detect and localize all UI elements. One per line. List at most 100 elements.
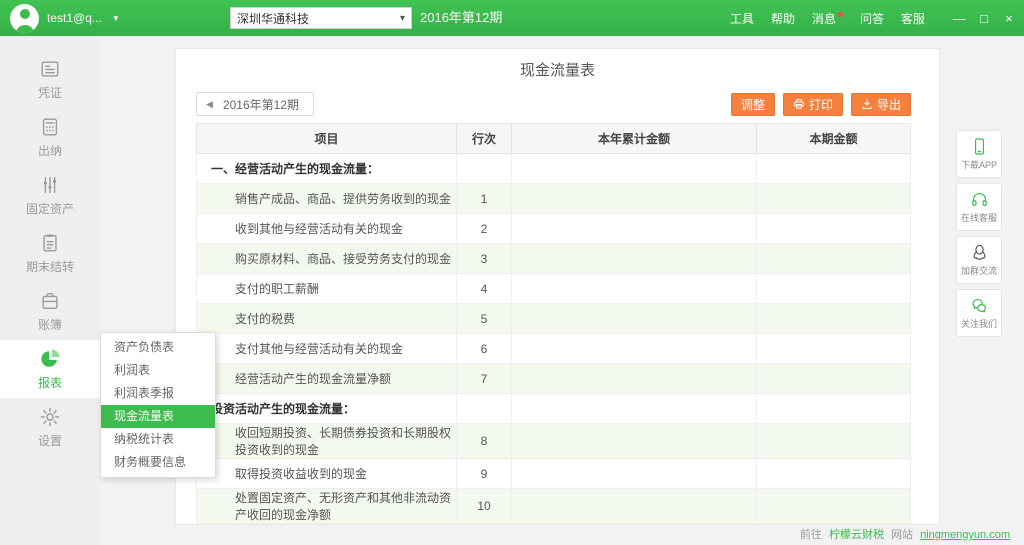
table-row[interactable]: 一、经营活动产生的现金流量： (197, 154, 911, 184)
notification-dot (838, 12, 843, 17)
submenu-item-income-statement[interactable]: 利润表 (101, 359, 215, 382)
cell-line-number: 1 (457, 184, 512, 214)
avatar-person-icon-body (15, 25, 34, 33)
sidebar-item-label: 账簿 (38, 316, 62, 333)
sidebar-item-ledger[interactable]: 账簿 (0, 282, 100, 340)
export-button-label: 导出 (877, 96, 901, 113)
cell-item: 短期投资、长期债券投资和长期股权投资支付的现金 (197, 524, 457, 525)
footer-link[interactable]: ningmengyun.com (920, 529, 1010, 541)
menu-item-help[interactable]: 帮助 (771, 10, 795, 27)
cell-line-number: 10 (457, 489, 512, 524)
table-row[interactable]: 收到其他与经营活动有关的现金2 (197, 214, 911, 244)
cell-ytd-amount (512, 274, 757, 304)
wechat-icon (970, 296, 989, 315)
footer: 前往 柠檬云财税 网站 ningmengyun.com (100, 525, 1024, 545)
window-close-button[interactable]: × (1002, 11, 1016, 26)
company-select[interactable]: 深圳华通科技 ▾ (230, 7, 412, 29)
adjust-button[interactable]: 调整 (731, 93, 775, 116)
report-table-wrap: 项目行次本年累计金额本期金额 一、经营活动产生的现金流量：销售产成品、商品、提供… (196, 123, 911, 524)
table-row[interactable]: 销售产成品、商品、提供劳务收到的现金1 (197, 184, 911, 214)
adjust-button-label: 调整 (741, 96, 765, 113)
cell-period-amount (757, 304, 911, 334)
cashier-icon (39, 116, 61, 138)
cell-ytd-amount (512, 459, 757, 489)
cell-ytd-amount (512, 524, 757, 525)
report-table-body: 一、经营活动产生的现金流量：销售产成品、商品、提供劳务收到的现金1收到其他与经营… (197, 154, 911, 525)
export-button[interactable]: 导出 (851, 93, 911, 116)
table-row[interactable]: 取得投资收益收到的现金9 (197, 459, 911, 489)
print-icon (793, 98, 805, 110)
print-button[interactable]: 打印 (783, 93, 843, 116)
avatar[interactable] (10, 4, 39, 33)
quickbar-follow-us[interactable]: 关注我们 (956, 289, 1002, 337)
column-header: 项目 (197, 124, 457, 154)
menu-item-qa[interactable]: 问答 (860, 10, 884, 27)
report-table-header-row: 项目行次本年累计金额本期金额 (197, 124, 911, 154)
table-row[interactable]: 支付其他与经营活动有关的现金6 (197, 334, 911, 364)
user-label: test1@q... (47, 11, 102, 25)
pie-chart-icon (39, 348, 61, 370)
column-header: 本年累计金额 (512, 124, 757, 154)
sidebar-item-period-closing[interactable]: 期末结转 (0, 224, 100, 282)
ledger-icon (39, 290, 61, 312)
closing-icon (39, 232, 61, 254)
chevron-down-icon: ▾ (400, 13, 405, 24)
sidebar-item-fixed-assets[interactable]: 固定资产 (0, 166, 100, 224)
table-row[interactable]: 经营活动产生的现金流量净额7 (197, 364, 911, 394)
toolbar-row: ◀ 2016年第12期 调整 打印 导出 (196, 91, 911, 117)
voucher-icon (39, 58, 61, 80)
sidebar-item-label: 出纳 (38, 142, 62, 159)
quickbar-download-app[interactable]: 下载APP (956, 130, 1002, 178)
table-row[interactable]: 投资活动产生的现金流量： (197, 394, 911, 424)
cell-ytd-amount (512, 489, 757, 524)
phone-icon (970, 137, 989, 156)
table-row[interactable]: 支付的税费5 (197, 304, 911, 334)
submenu-item-cash-flow-statement[interactable]: 现金流量表 (101, 405, 215, 428)
table-row[interactable]: 收回短期投资、长期债券投资和长期股权投资收到的现金8 (197, 424, 911, 459)
cell-line-number: 4 (457, 274, 512, 304)
submenu-item-tax-statistics[interactable]: 纳税统计表 (101, 428, 215, 451)
cell-period-amount (757, 274, 911, 304)
period-selector[interactable]: ◀ 2016年第12期 (196, 92, 314, 116)
cell-ytd-amount (512, 184, 757, 214)
cell-item: 收到其他与经营活动有关的现金 (197, 214, 457, 244)
report-card: 现金流量表 ◀ 2016年第12期 调整打印导出 项目行次本年累计金额本期金额 … (175, 48, 940, 525)
table-row[interactable]: 购买原材料、商品、接受劳务支付的现金3 (197, 244, 911, 274)
table-row[interactable]: 处置固定资产、无形资产和其他非流动资产收回的现金净额10 (197, 489, 911, 524)
submenu-item-financial-summary[interactable]: 财务概要信息 (101, 451, 215, 474)
sidebar-item-settings[interactable]: 设置 (0, 398, 100, 456)
export-icon (861, 98, 873, 110)
menu-item-service[interactable]: 客服 (901, 10, 925, 27)
cell-item: 收回短期投资、长期债券投资和长期股权投资收到的现金 (197, 424, 457, 459)
cell-period-amount (757, 524, 911, 525)
menu-item-messages[interactable]: 消息 (812, 10, 843, 27)
sidebar-item-cashier[interactable]: 出纳 (0, 108, 100, 166)
sidebar-item-reports[interactable]: 报表 (0, 340, 100, 398)
cell-ytd-amount (512, 394, 757, 424)
cell-period-amount (757, 214, 911, 244)
quickbar-online-service[interactable]: 在线客服 (956, 183, 1002, 231)
user-area[interactable]: test1@q... ▼ (10, 0, 120, 36)
previous-period-button[interactable]: ◀ (206, 99, 213, 110)
quickbar-group-chat[interactable]: 加群交流 (956, 236, 1002, 284)
submenu-item-income-statement-quarterly[interactable]: 利润表季报 (101, 382, 215, 405)
submenu-item-balance-sheet[interactable]: 资产负债表 (101, 336, 215, 359)
gear-icon (39, 406, 61, 428)
table-row[interactable]: 支付的职工薪酬4 (197, 274, 911, 304)
quickbar-label: 在线客服 (961, 211, 997, 224)
company-select-value: 深圳华通科技 (237, 10, 309, 27)
window-maximize-button[interactable]: □ (977, 11, 991, 26)
cell-period-amount (757, 489, 911, 524)
user-dropdown-icon[interactable]: ▼ (112, 14, 120, 23)
window-minimize-button[interactable]: — (952, 11, 966, 26)
print-button-label: 打印 (809, 96, 833, 113)
qq-icon (970, 243, 989, 262)
fixed-assets-icon (39, 174, 61, 196)
cell-line-number (457, 154, 512, 184)
sidebar-item-label: 报表 (38, 374, 62, 391)
table-row[interactable]: 短期投资、长期债券投资和长期股权投资支付的现金11 (197, 524, 911, 525)
menu-item-tools[interactable]: 工具 (730, 10, 754, 27)
toolbar-buttons: 调整 打印 导出 (731, 93, 911, 116)
cell-ytd-amount (512, 424, 757, 459)
sidebar-item-voucher[interactable]: 凭证 (0, 50, 100, 108)
